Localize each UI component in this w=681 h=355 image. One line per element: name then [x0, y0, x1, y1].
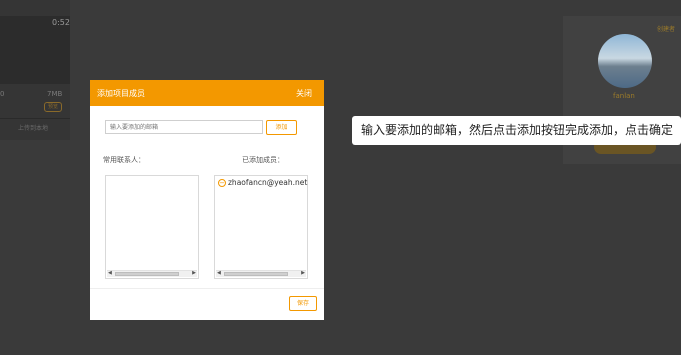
avatar[interactable]: [598, 34, 652, 88]
close-button[interactable]: 关闭: [296, 88, 312, 99]
footer-divider: [90, 288, 324, 289]
file-count: 0: [0, 90, 5, 98]
add-member-dialog: 添加项目成员 关闭 添加 常用联系人： 已添加成员： ◀ ▶ −zhaofanc…: [90, 80, 324, 320]
scroll-left-icon[interactable]: ◀: [108, 270, 112, 276]
scroll-thumb[interactable]: [115, 272, 179, 276]
horizontal-scrollbar[interactable]: ◀ ▶: [107, 270, 197, 277]
contacts-label: 常用联系人：: [103, 156, 145, 164]
remove-icon[interactable]: −: [218, 179, 226, 187]
creator-label: 创建者: [657, 26, 676, 33]
save-button[interactable]: 保存: [289, 296, 317, 311]
scroll-right-icon[interactable]: ▶: [192, 270, 196, 276]
add-button[interactable]: 添加: [266, 120, 297, 135]
file-size: 7MB: [47, 90, 63, 98]
divider: [0, 118, 70, 119]
scroll-left-icon[interactable]: ◀: [217, 270, 221, 276]
upload-link[interactable]: 上传到本地: [18, 123, 48, 132]
dialog-header: 添加项目成员 关闭: [90, 80, 324, 106]
video-time: 0:52: [52, 18, 70, 27]
preview-badge[interactable]: 预览: [44, 102, 62, 112]
added-members-label: 已添加成员：: [242, 156, 284, 164]
username: fanlan: [613, 92, 635, 100]
scroll-thumb[interactable]: [224, 272, 288, 276]
dialog-title: 添加项目成员: [97, 89, 145, 98]
member-email: zhaofancn@yeah.net: [228, 178, 308, 187]
contacts-list[interactable]: ◀ ▶: [105, 175, 199, 279]
scroll-right-icon[interactable]: ▶: [301, 270, 305, 276]
horizontal-scrollbar[interactable]: ◀ ▶: [216, 270, 306, 277]
help-tooltip: 输入要添加的邮箱，然后点击添加按钮完成添加，点击确定: [352, 116, 681, 145]
added-members-list[interactable]: − zhaofancn@yeah.net ◀ ▶: [214, 175, 308, 279]
email-input[interactable]: [105, 120, 263, 134]
list-item: − zhaofancn@yeah.net: [218, 178, 307, 187]
